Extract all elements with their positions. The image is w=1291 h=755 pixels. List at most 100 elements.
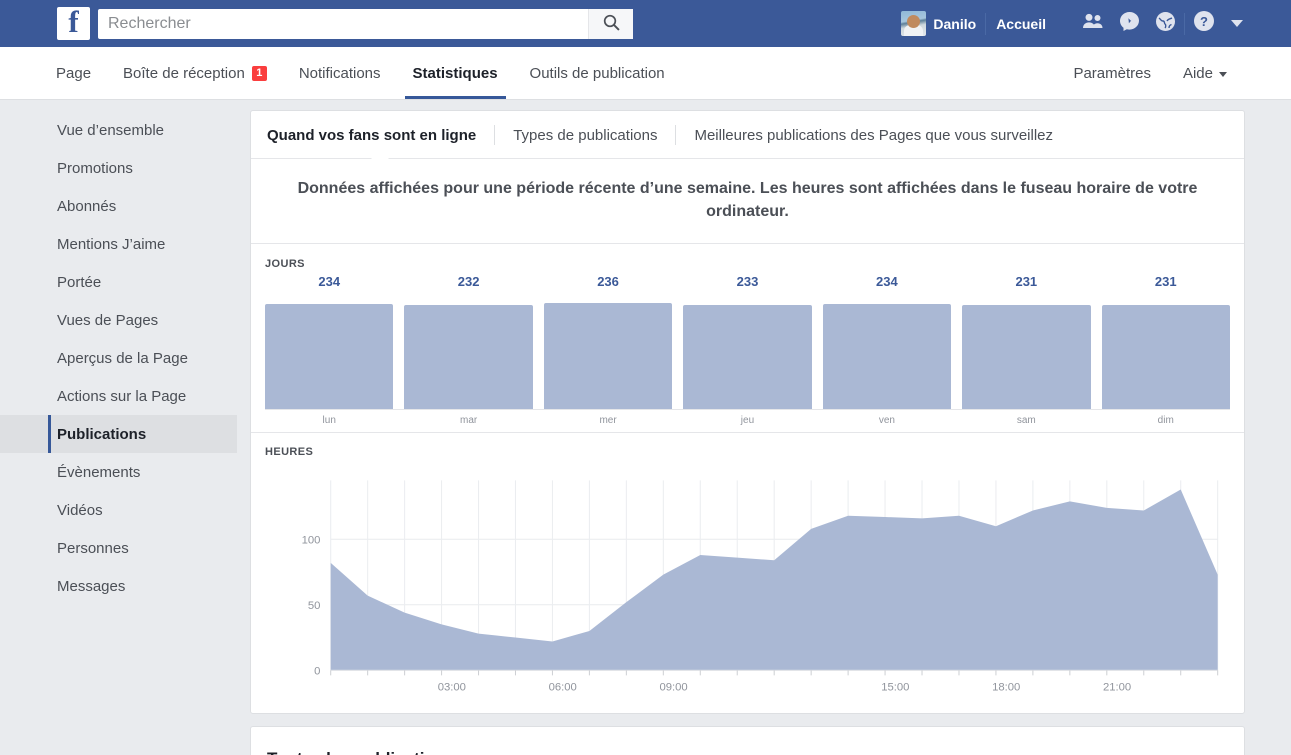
friend-requests-icon (1083, 13, 1103, 34)
sidebar-item-label: Abonnés (57, 197, 117, 215)
day-bar[interactable] (543, 303, 673, 410)
sidebar-item-events[interactable]: Évènements (0, 453, 237, 491)
page-nav-label: Aide (1182, 64, 1213, 82)
sidebar-item-label: Portée (57, 273, 102, 291)
day-bar-column[interactable]: 236 (543, 274, 673, 410)
page-nav-label: Statistiques (412, 64, 498, 82)
svg-text:?: ? (1200, 14, 1208, 29)
day-axis-label: sam (1016, 415, 1036, 427)
help-icon: ? (1194, 11, 1214, 36)
day-bar-column[interactable]: 231 (962, 274, 1091, 410)
sidebar-item-people[interactable]: Personnes (0, 529, 237, 567)
page-nav-label: Boîte de réception (123, 64, 245, 82)
sidebar-item-videos[interactable]: Vidéos (0, 491, 237, 529)
tab-meilleures-publications[interactable]: Meilleures publications des Pages que vo… (676, 127, 1071, 144)
sidebar-item-publications[interactable]: Publications (0, 415, 237, 453)
day-axis-label: ven (878, 415, 895, 427)
sidebar-item-label: Personnes (57, 539, 129, 557)
account-caret-icon[interactable] (1231, 20, 1243, 27)
search-button[interactable] (588, 8, 633, 39)
tab-types-de-publications[interactable]: Types de publications (495, 127, 675, 144)
day-bar-value: 232 (457, 274, 480, 290)
sidebar-item-page-previews[interactable]: Aperçus de la Page (0, 339, 237, 377)
tab-label: Meilleures publications des Pages que vo… (694, 126, 1053, 144)
sidebar-item-label: Vue d’ensemble (57, 121, 165, 139)
day-bar[interactable] (1101, 305, 1230, 410)
day-bar-value: 234 (876, 274, 898, 290)
sidebar-item-label: Messages (57, 577, 126, 595)
inbox-badge: 1 (251, 65, 267, 81)
page-nav-item-notifications[interactable]: Notifications (283, 47, 397, 99)
hours-chart-section: HEURES 0 50 100 03:00 06:00 09:00 15:00 18:00 21… (251, 432, 1244, 713)
notifications-button[interactable] (1148, 9, 1182, 38)
day-bar[interactable] (683, 304, 812, 410)
x-axis-tick-label: 03:00 (438, 682, 466, 694)
day-axis-label: mar (460, 415, 478, 427)
day-bar-value: 236 (597, 274, 619, 290)
tab-quand-vos-fans-sont-en-ligne[interactable]: Quand vos fans sont en ligne (267, 127, 494, 144)
page-nav-item-publishing-tools[interactable]: Outils de publication (514, 47, 681, 99)
day-bar-value: 233 (736, 274, 759, 290)
day-bar[interactable] (822, 304, 952, 410)
help-button[interactable]: ? (1187, 9, 1221, 38)
insights-main: Quand vos fans sont en ligne Types de pu… (237, 100, 1291, 755)
y-axis-tick-label: 100 (302, 535, 321, 547)
hours-section-label: HEURES (265, 446, 314, 459)
search-input[interactable] (98, 8, 588, 39)
friend-requests-button[interactable] (1076, 9, 1110, 38)
facebook-logo[interactable]: f (57, 7, 90, 40)
page-nav-label: Paramètres (1073, 64, 1151, 82)
day-bar-column[interactable]: 233 (683, 274, 812, 410)
sidebar-item-messages[interactable]: Messages (0, 567, 237, 605)
page-nav-right-group: Paramètres Aide (1057, 47, 1243, 99)
fans-online-card: Quand vos fans sont en ligne Types de pu… (250, 110, 1245, 715)
search-bar[interactable] (98, 8, 633, 39)
page-nav-item-page[interactable]: Page (40, 47, 107, 99)
insights-sidebar: Vue d’ensemble Promotions Abonnés Mentio… (0, 100, 237, 755)
sidebar-item-label: Publications (57, 425, 147, 443)
tab-label: Quand vos fans sont en ligne (267, 126, 477, 144)
active-tab-pointer (371, 150, 389, 159)
profile-link[interactable]: Danilo (892, 9, 985, 38)
sidebar-item-followers[interactable]: Abonnés (0, 187, 237, 225)
facebook-top-bar: f Danilo Accueil (0, 0, 1291, 47)
sidebar-item-reach[interactable]: Portée (0, 263, 237, 301)
x-axis-tick-label: 06:00 (549, 682, 577, 694)
messenger-button[interactable] (1112, 9, 1146, 38)
day-bar-column[interactable]: 234 (822, 274, 952, 410)
days-chart-section: JOURS 234 232 236 233 234 231 231 lun mar mer jeu… (251, 244, 1244, 432)
sidebar-item-label: Aperçus de la Page (57, 349, 188, 367)
all-publications-title: Toutes les publications (267, 749, 1228, 755)
day-bar[interactable] (962, 305, 1091, 410)
globe-notifications-icon (1155, 11, 1175, 36)
day-axis-label: jeu (740, 415, 755, 427)
day-bar[interactable] (404, 304, 533, 410)
day-bar[interactable] (265, 304, 394, 410)
page-nav-item-help[interactable]: Aide (1167, 47, 1243, 99)
page-body: Vue d’ensemble Promotions Abonnés Mentio… (0, 100, 1291, 755)
sidebar-item-likes[interactable]: Mentions J’aime (0, 225, 237, 263)
page-nav-label: Notifications (298, 64, 381, 82)
days-bar-chart: 234 232 236 233 234 231 231 (265, 274, 1230, 410)
hours-area-chart[interactable]: 0 50 100 03:00 06:00 09:00 15:00 18:00 21:00 (265, 462, 1230, 707)
sidebar-item-label: Évènements (57, 463, 141, 481)
profile-name: Danilo (933, 15, 977, 32)
tab-label: Types de publications (513, 126, 658, 144)
x-axis-tick-label: 18:00 (992, 682, 1020, 694)
day-bar-column[interactable]: 232 (404, 274, 533, 410)
day-bar-column[interactable]: 234 (265, 274, 394, 410)
day-bar-column[interactable]: 231 (1101, 274, 1230, 410)
insights-tab-bar: Quand vos fans sont en ligne Types de pu… (251, 111, 1244, 159)
sidebar-item-page-actions[interactable]: Actions sur la Page (0, 377, 237, 415)
sidebar-item-overview[interactable]: Vue d’ensemble (0, 111, 237, 149)
page-nav-item-settings[interactable]: Paramètres (1057, 47, 1167, 99)
sidebar-item-page-views[interactable]: Vues de Pages (0, 301, 237, 339)
sidebar-item-promotions[interactable]: Promotions (0, 149, 237, 187)
page-nav-item-inbox[interactable]: Boîte de réception 1 (107, 47, 283, 99)
search-icon (603, 14, 620, 34)
page-nav-item-statistiques[interactable]: Statistiques (397, 47, 514, 99)
page-nav-label: Page (56, 64, 92, 82)
topbar-icon-group: ? (1076, 9, 1243, 38)
sidebar-item-label: Vidéos (57, 501, 103, 519)
home-link[interactable]: Accueil (986, 16, 1056, 32)
